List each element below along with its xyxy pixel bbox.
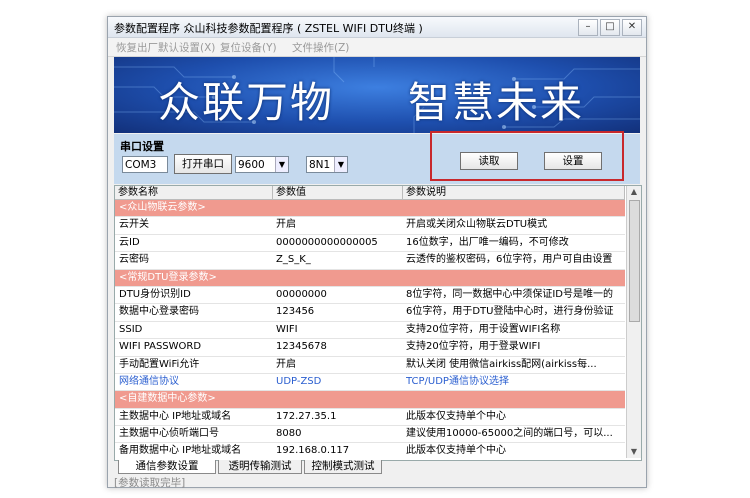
tab-strip: 通信参数设置 透明传输测试 控制模式测试 (114, 460, 640, 474)
minimize-button[interactable]: – (578, 19, 598, 36)
table-header: 参数名称 参数值 参数说明 (115, 186, 625, 200)
chevron-down-icon: ▼ (334, 157, 347, 172)
cell-value: 8080 (276, 428, 302, 440)
chevron-down-icon: ▼ (275, 157, 288, 172)
banner-slogan-left: 众联万物 (158, 78, 335, 127)
cell-desc: 云透传的鉴权密码，6位字符，用户可自由设置 (406, 254, 613, 266)
table-row[interactable]: SSID WIFI 支持20位字符，用于设置WIFI名称 (115, 322, 625, 340)
cell-value: 192.168.0.117 (276, 445, 350, 457)
cell-name: WIFI PASSWORD (119, 341, 202, 353)
table-row[interactable]: 数据中心登录密码 123456 6位字符，用于DTU登陆中心时，进行身份验证 (115, 304, 625, 322)
cell-value: 00000000 (276, 288, 327, 300)
cell-name: DTU身份识别ID (119, 288, 191, 300)
cell-name: <常规DTU登录参数> (119, 271, 217, 283)
cell-value: Z_S_K_ (276, 254, 311, 266)
cell-name: <自建数据中心参数> (119, 393, 216, 405)
cell-desc: 此版本仅支持单个中心 (406, 410, 506, 422)
cell-value: WIFI (276, 323, 298, 335)
header-desc[interactable]: 参数说明 (403, 186, 625, 199)
table-row[interactable]: 网络通信协议 UDP-ZSD TCP/UDP通信协议选择 (115, 374, 625, 392)
banner-slogan-right: 智慧未来 (408, 78, 585, 127)
cell-desc: 8位字符，同一数据中心中须保证ID号是唯一的 (406, 288, 614, 300)
serial-legend: 串口设置 (120, 140, 164, 153)
scroll-thumb[interactable] (629, 200, 640, 322)
cell-value: 123456 (276, 306, 315, 318)
config-window: 参数配置程序 众山科技参数配置程序 ( ZSTEL WIFI DTU终端 ) –… (107, 16, 647, 489)
maximize-button[interactable]: □ (600, 19, 620, 36)
cell-desc: 此版本仅支持单个中心 (406, 445, 506, 457)
cell-desc: 开启或关闭众山物联云DTU模式 (406, 219, 548, 231)
section-row[interactable]: <常规DTU登录参数> (115, 269, 625, 287)
table-row[interactable]: 云开关 开启 开启或关闭众山物联云DTU模式 (115, 217, 625, 235)
cell-name: 云ID (119, 236, 140, 248)
port-input[interactable]: COM3 (122, 156, 168, 173)
scroll-down-icon[interactable]: ▼ (627, 446, 641, 458)
table-row[interactable]: WIFI PASSWORD 12345678 支持20位字符，用于登录WIFI (115, 339, 625, 357)
open-port-button[interactable]: 打开串口 (174, 154, 232, 174)
window-controls: – □ ✕ (578, 19, 642, 36)
header-name[interactable]: 参数名称 (115, 186, 273, 199)
cell-desc: 支持20位字符，用于设置WIFI名称 (406, 323, 561, 335)
cell-desc: TCP/UDP通信协议选择 (406, 375, 509, 387)
cell-desc: 支持20位字符，用于登录WIFI (406, 341, 541, 353)
table-row[interactable]: 云ID 0000000000000005 16位数字，出厂唯一编码，不可修改 (115, 235, 625, 253)
cell-name: 云密码 (119, 254, 149, 266)
menu-file-ops[interactable]: 文件操作(Z) (292, 40, 349, 55)
cell-value: 开启 (276, 219, 296, 231)
vertical-scrollbar[interactable]: ▲ ▼ (626, 186, 641, 458)
table-row[interactable]: 云密码 Z_S_K_ 云透传的鉴权密码，6位字符，用户可自由设置 (115, 252, 625, 270)
cell-name: 手动配置WiFi允许 (119, 358, 200, 370)
table-body: <众山物联云参数> 云开关 开启 开启或关闭众山物联云DTU模式 云ID 00000000… (115, 200, 625, 460)
cell-desc: 6位字符，用于DTU登陆中心时，进行身份验证 (406, 306, 614, 318)
cell-value: 开启 (276, 358, 296, 370)
table-row[interactable]: 手动配置WiFi允许 开启 默认关闭 使用微信airkiss配网(airkiss每.… (115, 357, 625, 374)
baud-select[interactable]: 9600 ▼ (235, 156, 289, 173)
cell-name: 主数据中心侦听端口号 (119, 428, 219, 440)
table-row[interactable]: 备用数据中心 IP地址或域名 192.168.0.117 此版本仅支持单个中心 (115, 443, 625, 460)
tab-comm-params[interactable]: 通信参数设置 (118, 460, 216, 474)
format-select[interactable]: 8N1 ▼ (306, 156, 348, 173)
tab-transparent-test[interactable]: 透明传输测试 (218, 460, 302, 474)
parameter-table: 参数名称 参数值 参数说明 <众山物联云参数> 云开关 开启 开启或关闭众山物联云DT… (114, 185, 642, 461)
banner: 众联万物 智慧未来 (114, 57, 640, 133)
cell-name: 数据中心登录密码 (119, 306, 199, 318)
cell-value: 12345678 (276, 341, 327, 353)
title-bar[interactable]: 参数配置程序 众山科技参数配置程序 ( ZSTEL WIFI DTU终端 ) –… (108, 17, 646, 38)
menu-bar: 恢复出厂默认设置(X) 复位设备(Y) 文件操作(Z) (108, 38, 646, 57)
cell-value: 0000000000000005 (276, 236, 378, 248)
section-row[interactable]: <众山物联云参数> (115, 200, 625, 218)
cell-desc: 建议使用10000-65000之间的端口号，可以... (406, 428, 613, 440)
table-row[interactable]: 主数据中心侦听端口号 8080 建议使用10000-65000之间的端口号，可以..… (115, 426, 625, 444)
cell-name: 备用数据中心 IP地址或域名 (119, 445, 242, 457)
menu-factory-reset[interactable]: 恢复出厂默认设置(X) (116, 40, 215, 55)
header-value[interactable]: 参数值 (273, 186, 403, 199)
table-row[interactable]: 主数据中心 IP地址或域名 172.27.35.1 此版本仅支持单个中心 (115, 409, 625, 427)
cell-desc: 默认关闭 使用微信airkiss配网(airkiss每... (406, 358, 597, 370)
cell-name: 云开关 (119, 219, 149, 231)
cell-name: SSID (119, 323, 143, 335)
cell-value: UDP-ZSD (276, 375, 322, 387)
window-title: 参数配置程序 众山科技参数配置程序 ( ZSTEL WIFI DTU终端 ) (114, 22, 423, 35)
section-row[interactable]: <自建数据中心参数> (115, 391, 625, 409)
status-text: [参数读取完毕] (114, 477, 186, 489)
scroll-up-icon[interactable]: ▲ (627, 186, 641, 198)
menu-reset-device[interactable]: 复位设备(Y) (220, 40, 277, 55)
cell-name: <众山物联云参数> (119, 202, 206, 213)
cell-value: 172.27.35.1 (276, 410, 337, 422)
cell-desc: 16位数字，出厂唯一编码，不可修改 (406, 236, 569, 248)
close-button[interactable]: ✕ (622, 19, 642, 36)
tab-control-test[interactable]: 控制模式测试 (304, 460, 382, 474)
highlight-frame (430, 131, 624, 181)
cell-name: 网络通信协议 (119, 375, 179, 387)
table-row[interactable]: DTU身份识别ID 00000000 8位字符，同一数据中心中须保证ID号是唯一的 (115, 287, 625, 305)
cell-name: 主数据中心 IP地址或域名 (119, 410, 232, 422)
